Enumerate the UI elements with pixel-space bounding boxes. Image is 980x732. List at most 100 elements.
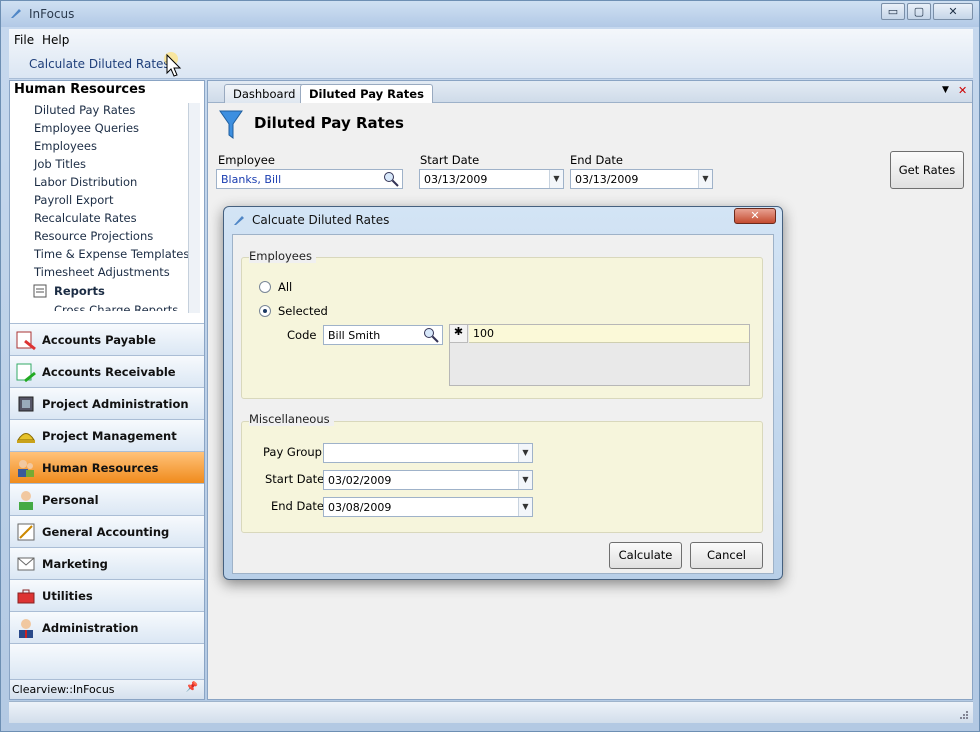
sidebar-item-labor-distribution[interactable]: Labor Distribution (34, 175, 137, 189)
pay-group-select[interactable]: ▼ (323, 443, 533, 463)
grid-row[interactable]: 100 (469, 325, 749, 343)
tab-list-dropdown[interactable]: ▼ (942, 85, 949, 95)
menu-help[interactable]: Help (42, 33, 69, 47)
sidebar-item-time-expense-templates[interactable]: Time & Expense Templates (34, 247, 188, 261)
nav-label: Human Resources (42, 461, 159, 475)
dialog-end-date-picker[interactable]: 03/08/2009 ▼ (323, 497, 533, 517)
feather-icon (234, 216, 244, 225)
envelope-icon (17, 557, 35, 571)
code-value: Bill Smith (328, 329, 381, 342)
sidebar-item-reports[interactable]: Reports (54, 284, 105, 298)
tab-strip: Dashboard Diluted Pay Rates ▼ ✕ (208, 81, 972, 103)
cursor-icon (164, 52, 182, 77)
nav-utilities[interactable]: Utilities (10, 579, 204, 611)
sidebar-footer: Clearview::InFocus 📌 (10, 679, 204, 699)
nav-project-management[interactable]: Project Management (10, 419, 204, 451)
calculate-button[interactable]: Calculate (609, 542, 682, 569)
nav-administration[interactable]: Administration (10, 611, 204, 643)
footer-label: Clearview::InFocus (12, 683, 115, 696)
search-icon[interactable] (423, 327, 439, 343)
minimize-button[interactable]: ▭ (881, 3, 905, 20)
close-tab-button[interactable]: ✕ (958, 84, 967, 97)
dialog-start-date-value: 03/02/2009 (328, 474, 392, 487)
get-rates-button[interactable]: Get Rates (890, 151, 964, 189)
ledger-icon (17, 523, 35, 541)
grid-cell[interactable]: 100 (473, 327, 494, 340)
nav-label: Project Administration (42, 397, 189, 411)
menu-bar: File Help Calculate Diluted Rates (9, 29, 973, 79)
sidebar-item-cross-charge-reports[interactable]: Cross Charge Reports (54, 303, 178, 311)
start-date-picker[interactable]: 03/13/2009 ▼ (419, 169, 564, 189)
nav-project-administration[interactable]: Project Administration (10, 387, 204, 419)
chevron-down-icon[interactable]: ▼ (518, 471, 532, 489)
start-date-label: Start Date (420, 153, 480, 167)
tab-diluted-pay-rates[interactable]: Diluted Pay Rates (300, 84, 433, 103)
sidebar-item-employee-queries[interactable]: Employee Queries (34, 121, 139, 135)
all-label: All (278, 280, 293, 294)
cancel-button[interactable]: Cancel (690, 542, 763, 569)
toolbox-icon (17, 589, 35, 604)
page-header: Diluted Pay Rates (208, 104, 972, 144)
sidebar-item-diluted-pay-rates[interactable]: Diluted Pay Rates (34, 103, 135, 117)
sidebar-item-job-titles[interactable]: Job Titles (34, 157, 86, 171)
nav-label: Marketing (42, 557, 108, 571)
maximize-button[interactable]: ▢ (907, 3, 931, 20)
dialog-end-date-value: 03/08/2009 (328, 501, 392, 514)
hard-hat-icon (17, 433, 35, 443)
sidebar-item-payroll-export[interactable]: Payroll Export (34, 193, 113, 207)
dialog-close-button[interactable]: ✕ (734, 208, 776, 224)
all-radio[interactable] (259, 281, 271, 293)
chevron-down-icon[interactable]: ▼ (518, 444, 532, 462)
employee-field[interactable]: Blanks, Bill (216, 169, 403, 189)
sidebar-item-timesheet-adjustments[interactable]: Timesheet Adjustments (34, 265, 170, 279)
chevron-down-icon[interactable]: ▼ (549, 170, 563, 188)
selected-label: Selected (278, 304, 328, 318)
page-title: Diluted Pay Rates (254, 114, 404, 132)
project-administration-icon (18, 396, 34, 412)
calculate-diluted-rates-button[interactable]: Calculate Diluted Rates (29, 57, 170, 71)
dialog-end-date-label: End Date (271, 499, 324, 513)
resize-grip-icon[interactable] (959, 710, 969, 720)
nav-human-resources[interactable]: Human Resources (10, 451, 204, 483)
selected-radio[interactable] (259, 305, 271, 317)
nav-accounts-receivable[interactable]: Accounts Receivable (10, 355, 204, 387)
nav-label: Project Management (42, 429, 177, 443)
dialog-start-date-label: Start Date (265, 472, 325, 486)
employee-label: Employee (218, 153, 275, 167)
person-icon (19, 491, 33, 510)
nav-label: General Accounting (42, 525, 170, 539)
nav-general-accounting[interactable]: General Accounting (10, 515, 204, 547)
nav-empty-area (10, 643, 204, 679)
dialog-start-date-picker[interactable]: 03/02/2009 ▼ (323, 470, 533, 490)
search-icon[interactable] (383, 171, 399, 187)
end-date-value: 03/13/2009 (575, 173, 639, 186)
new-row-marker: ✱ (450, 325, 468, 343)
sidebar-item-employees[interactable]: Employees (34, 139, 97, 153)
nav-accounts-payable[interactable]: Accounts Payable (10, 323, 204, 355)
calculate-dialog: Calcuate Diluted Rates ✕ Employees All S… (223, 206, 783, 580)
pin-icon[interactable]: 📌 (186, 682, 198, 693)
tab-dashboard[interactable]: Dashboard (224, 84, 305, 103)
status-bar (9, 701, 973, 723)
employees-group-title: Employees (249, 249, 316, 263)
end-date-label: End Date (570, 153, 623, 167)
chevron-down-icon[interactable]: ▼ (698, 170, 712, 188)
code-label: Code (287, 328, 317, 342)
sidebar-scrollbar[interactable] (188, 103, 200, 313)
code-input[interactable]: Bill Smith (323, 325, 443, 345)
sidebar-list: Diluted Pay Rates Employee Queries Emplo… (10, 101, 188, 311)
end-date-picker[interactable]: 03/13/2009 ▼ (570, 169, 713, 189)
nav-personal[interactable]: Personal (10, 483, 204, 515)
sidebar: Human Resources Diluted Pay Rates Employ… (9, 80, 205, 700)
nav-marketing[interactable]: Marketing (10, 547, 204, 579)
close-window-button[interactable]: ✕ (933, 3, 973, 20)
menu-file[interactable]: File (14, 33, 34, 47)
admin-person-icon (19, 619, 33, 638)
accounts-payable-icon (16, 331, 36, 351)
sidebar-item-resource-projections[interactable]: Resource Projections (34, 229, 153, 243)
feather-icon (11, 9, 21, 18)
dialog-body: Employees All Selected Code Bill Smith ✱… (232, 234, 774, 574)
sidebar-item-recalculate-rates[interactable]: Recalculate Rates (34, 211, 137, 225)
code-grid[interactable]: ✱ 100 (449, 324, 750, 386)
chevron-down-icon[interactable]: ▼ (518, 498, 532, 516)
